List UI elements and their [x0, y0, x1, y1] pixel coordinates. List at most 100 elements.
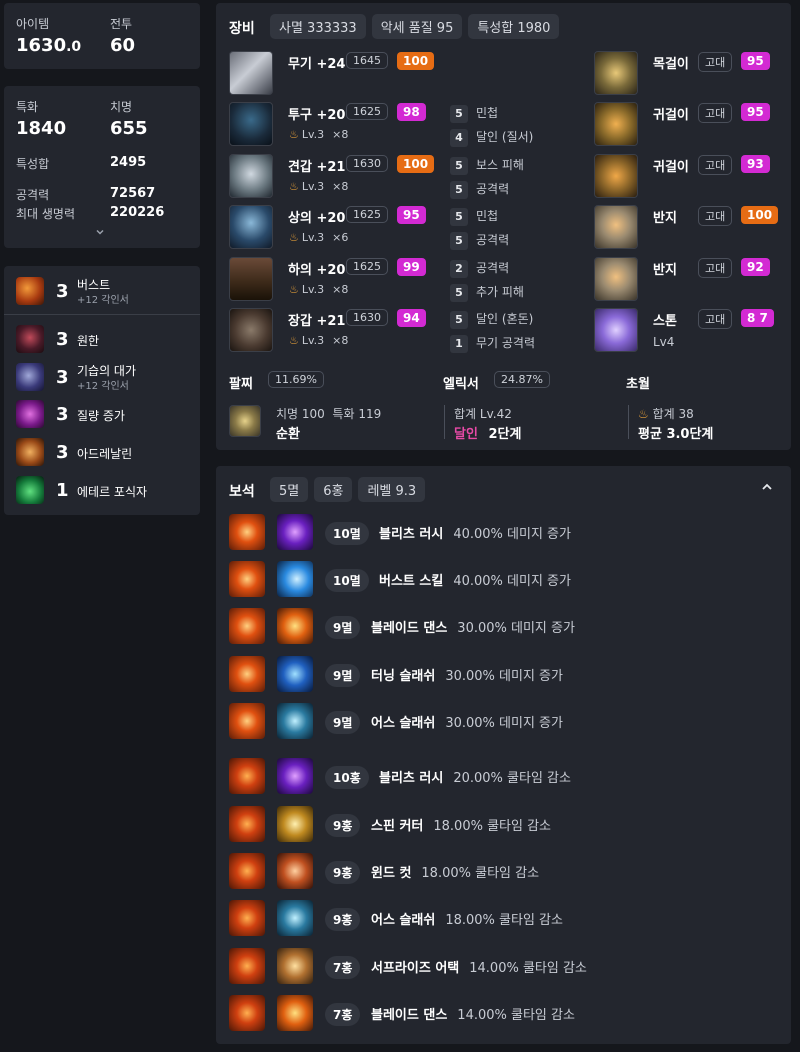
- elixir-name: 추가 피해: [476, 284, 524, 299]
- spec-label: 특화: [16, 100, 39, 114]
- summary-card: 아이템 1630.0 전투 60: [4, 3, 200, 69]
- accessory-icon[interactable]: [594, 308, 638, 352]
- equipment-icon[interactable]: [229, 256, 273, 301]
- accessory-icon[interactable]: [594, 153, 638, 198]
- equipment-name: 무기 +24: [288, 57, 346, 72]
- elixir-level: 5: [450, 208, 468, 227]
- gem-skill-name: 스핀 커터: [371, 819, 424, 834]
- accessory-grade: 고대: [698, 257, 733, 278]
- engraving-item[interactable]: 1 에테르 포식자: [4, 475, 200, 505]
- gem-skill: 터닝 슬래쉬 30.00% 데미지 증가: [371, 665, 563, 684]
- accessory-icon[interactable]: [594, 256, 638, 301]
- gem-effect: 20.00% 쿨타임 감소: [453, 771, 571, 786]
- engraving-icon: [16, 476, 44, 504]
- chevron-down-icon[interactable]: [94, 226, 106, 238]
- engravings-card: 3 버스트 +12 각인서 3 원한 3 기습의 대가 +12 각인서 3 질량 증가 3 아드레날린…: [4, 266, 200, 515]
- transcend-info: ♨ Lv.3 ×8: [289, 334, 348, 347]
- gem-icon[interactable]: [229, 948, 265, 984]
- gem-skill: 윈드 컷 18.00% 쿨타임 감소: [371, 862, 539, 881]
- engraving-item[interactable]: 3 기습의 대가 +12 각인서: [4, 362, 200, 392]
- skill-icon: [277, 561, 313, 597]
- skill-icon: [277, 995, 313, 1031]
- gem-icon[interactable]: [229, 900, 265, 936]
- skill-icon: [277, 656, 313, 692]
- elixir-level: 5: [450, 311, 468, 329]
- collapse-chevron-up-icon[interactable]: [760, 480, 774, 494]
- elixir-divider: [444, 405, 445, 439]
- trait-value: 2495: [110, 155, 147, 170]
- elixir-name: 공격력: [476, 181, 510, 196]
- flame-icon: ♨: [638, 407, 649, 421]
- gem-skill: 블리츠 러시 20.00% 쿨타임 감소: [379, 767, 571, 786]
- accessory-name: 목걸이: [653, 57, 689, 72]
- transcend-divider: [628, 405, 629, 439]
- flame-icon: ♨: [289, 282, 299, 296]
- transcend-info: ♨ Lv.3 ×8: [289, 283, 348, 296]
- equipment-item-level: 1630: [346, 154, 388, 172]
- quality-badge: 100: [741, 206, 779, 225]
- elixir-name: 달인 (질서): [476, 130, 534, 145]
- elixir-kind: 달인: [454, 427, 478, 442]
- transcend-count: ×8: [332, 334, 349, 347]
- stats-card: 특화 1840 치명 655 특성합 2495 공격력 72567 최대 생명력…: [4, 86, 200, 248]
- equipment-icon[interactable]: [229, 51, 273, 95]
- transcend-level: Lv.3: [301, 334, 325, 347]
- gem-skill: 스핀 커터 18.00% 쿨타임 감소: [371, 815, 551, 834]
- bracelet-pct: 11.69%: [268, 371, 324, 388]
- gem-skill: 버스트 스킬 40.00% 데미지 증가: [379, 570, 571, 589]
- gem-effect: 30.00% 데미지 증가: [457, 621, 575, 636]
- engraving-icon: [16, 277, 44, 305]
- battle-level: 60: [110, 35, 136, 56]
- engraving-icon: [16, 325, 44, 353]
- elixir-row: 5 공격력: [450, 231, 509, 251]
- gem-icon[interactable]: [229, 703, 265, 739]
- gem-icon[interactable]: [229, 853, 265, 889]
- equipment-icon[interactable]: [229, 153, 273, 198]
- gem-icon[interactable]: [229, 561, 265, 597]
- gem-icon[interactable]: [229, 656, 265, 692]
- gem-level: 10멸: [325, 569, 369, 592]
- gem-icon[interactable]: [229, 806, 265, 842]
- equipment-icon[interactable]: [229, 205, 273, 250]
- gem-skill-name: 서프라이즈 어택: [371, 961, 460, 976]
- gem-effect: 18.00% 쿨타임 감소: [421, 866, 540, 881]
- quality-badge: 93: [741, 154, 770, 173]
- accessory-grade: 고대: [698, 103, 733, 124]
- hp-value: 220226: [110, 205, 165, 220]
- transcend-count: ×8: [332, 179, 349, 193]
- accessory-icon[interactable]: [594, 205, 638, 250]
- transcend-level: Lv.3: [301, 179, 325, 193]
- equipment-icon[interactable]: [229, 308, 273, 352]
- engraving-item[interactable]: 3 질량 증가: [4, 399, 200, 429]
- gems-card: 보석 5멸 6홍 레벨 9.3 10멸 블리츠 러시 40.00% 데미지 증가 10멸 버…: [216, 466, 791, 1044]
- gem-icon[interactable]: [229, 758, 265, 794]
- item-level-decimal: .0: [66, 39, 82, 55]
- quality-badge: 95: [741, 52, 770, 70]
- flame-icon: ♨: [289, 231, 299, 245]
- accessory-grade: 고대: [698, 206, 733, 227]
- equipment-name: 투구 +20: [288, 108, 346, 124]
- engraving-icon: [16, 438, 44, 466]
- gem-skill: 어스 슬래쉬 30.00% 데미지 증가: [371, 712, 563, 731]
- engraving-item[interactable]: 3 원한: [4, 324, 200, 354]
- gem-level: 9홍: [325, 861, 361, 884]
- elixir-name: 공격력: [476, 260, 510, 275]
- transcend-info: ♨ Lv.3 ×8: [289, 128, 348, 141]
- bracelet-stats: 치명 100 특화 119: [276, 407, 382, 421]
- gem-level: 9멸: [325, 711, 361, 734]
- engraving-item[interactable]: 3 버스트 +12 각인서: [4, 276, 200, 306]
- accessory-icon[interactable]: [594, 51, 638, 95]
- gem-icon[interactable]: [229, 608, 265, 644]
- engraving-level: 3: [56, 367, 69, 388]
- accessory-icon[interactable]: [594, 102, 638, 147]
- gem-icon[interactable]: [229, 514, 265, 550]
- gem-effect: 18.00% 쿨타임 감소: [433, 819, 552, 834]
- item-label: 아이템: [16, 17, 50, 31]
- gem-icon[interactable]: [229, 995, 265, 1031]
- engraving-item[interactable]: 3 아드레날린: [4, 437, 200, 467]
- equipment-icon[interactable]: [229, 102, 273, 147]
- gem-effect: 14.00% 쿨타임 감소: [457, 1008, 575, 1023]
- elixir-level: 5: [450, 180, 468, 199]
- gems-tag: 6홍: [314, 477, 353, 502]
- elixir-total: 합계 Lv.42: [454, 407, 512, 421]
